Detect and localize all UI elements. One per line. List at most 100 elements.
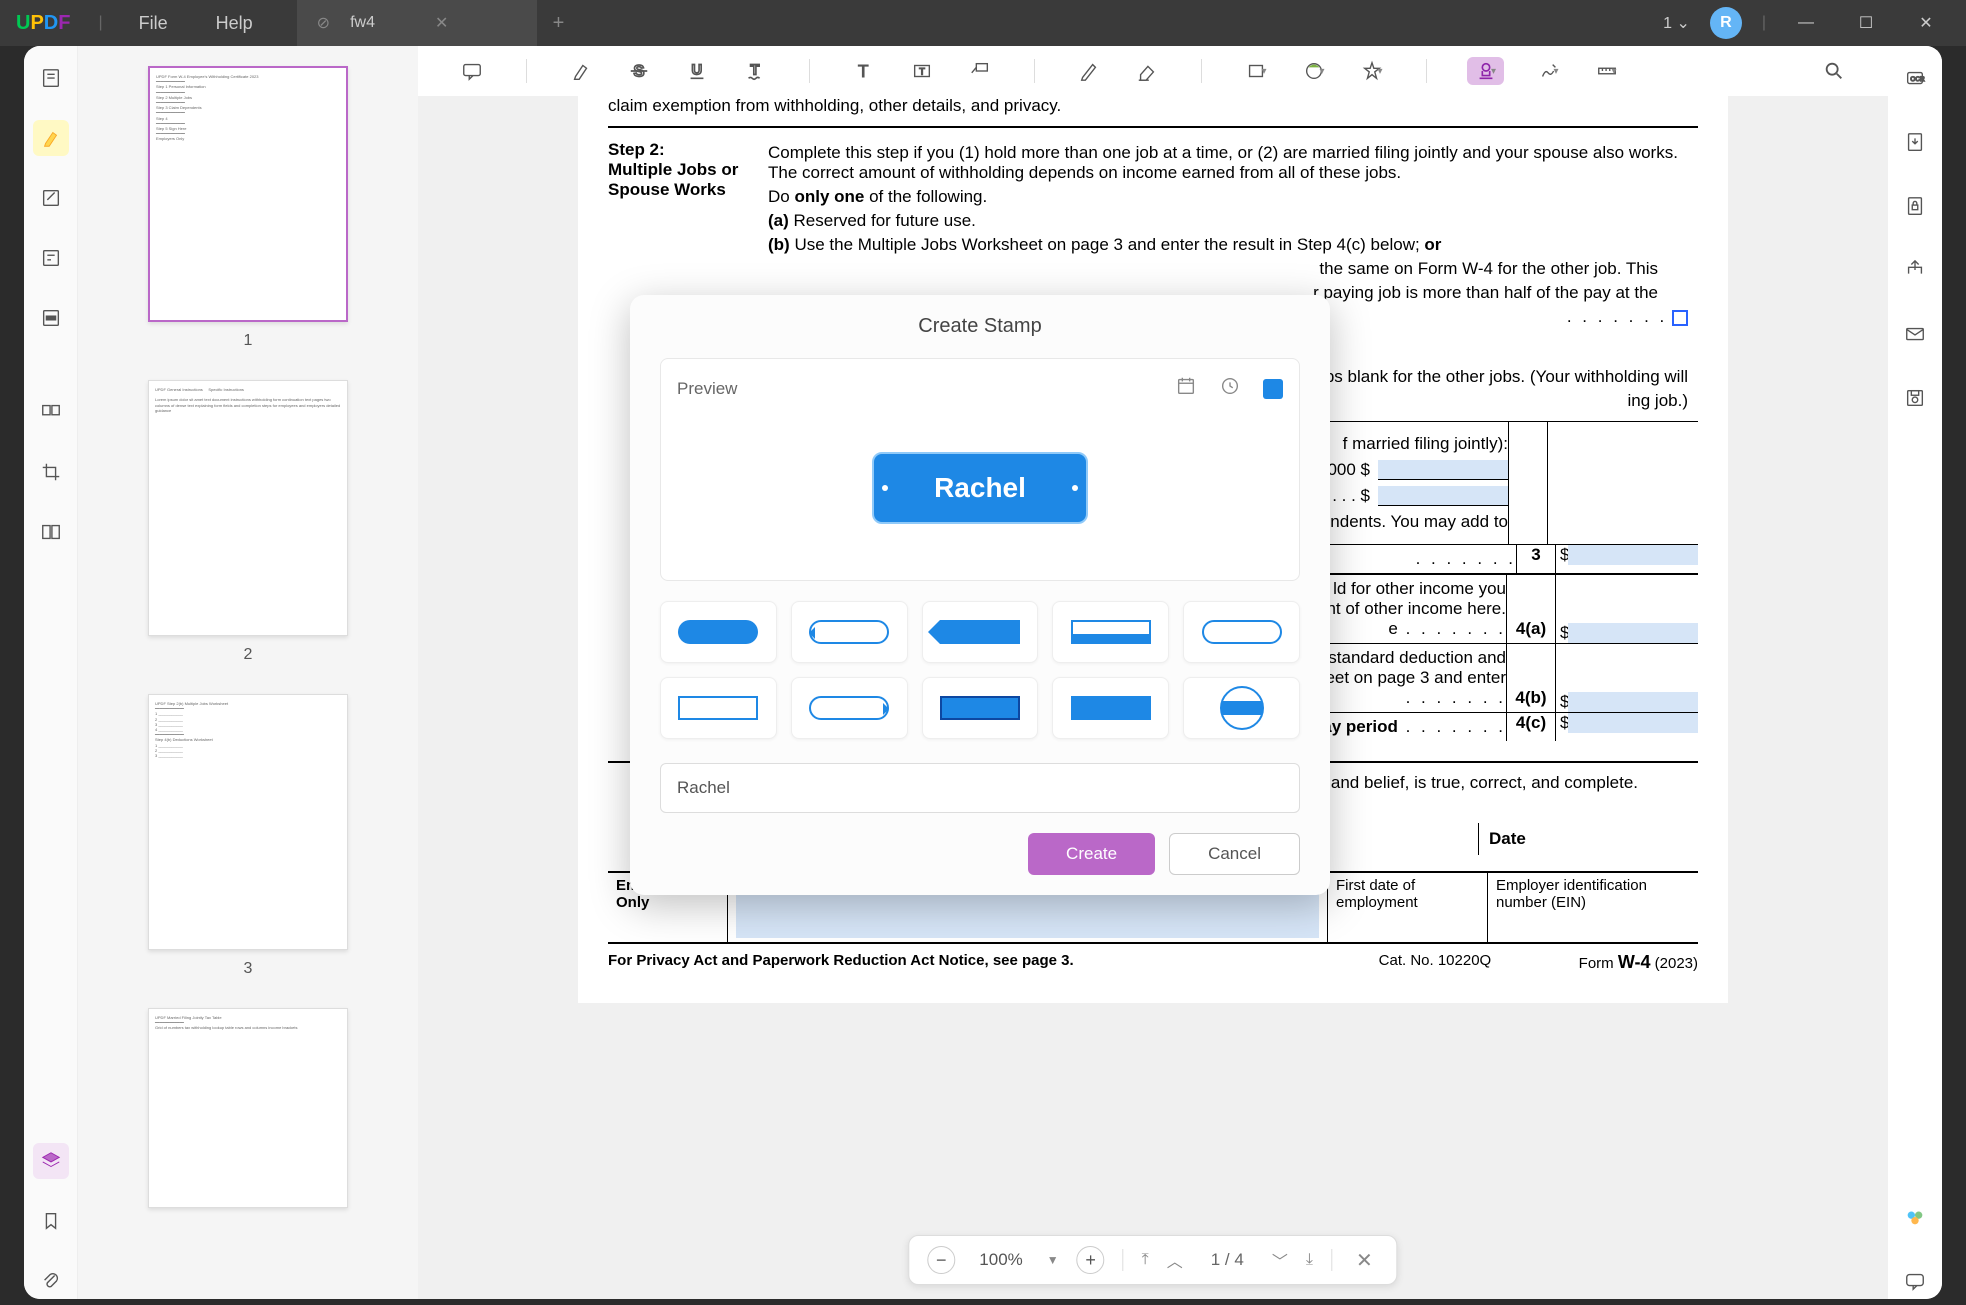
svg-text:T: T: [919, 67, 925, 77]
shape-circle-icon[interactable]: ▾: [1300, 57, 1328, 85]
callout-icon[interactable]: [966, 57, 994, 85]
create-button[interactable]: Create: [1028, 833, 1155, 875]
form-field[interactable]: [736, 894, 1319, 938]
thumbnail-page-1[interactable]: UPDF Form W-4 Employee's Withholding Cer…: [148, 66, 348, 322]
cloud-indicator[interactable]: 1 ⌄: [1663, 13, 1690, 33]
stamp-shape-3[interactable]: [922, 601, 1039, 663]
redact-icon[interactable]: [33, 300, 69, 336]
form-field[interactable]: [1378, 460, 1508, 480]
text-tool-icon[interactable]: T: [850, 57, 878, 85]
chat-icon[interactable]: [1897, 1263, 1933, 1299]
strikethrough-icon[interactable]: S: [625, 57, 653, 85]
step2-label: Step 2:: [608, 140, 748, 160]
menu-file[interactable]: File: [115, 13, 192, 34]
checkbox[interactable]: [1672, 310, 1688, 326]
form-icon[interactable]: [33, 240, 69, 276]
attachment-icon[interactable]: [33, 1263, 69, 1299]
first-page-button[interactable]: ⤒: [1142, 1251, 1149, 1269]
app-logo: UPDF: [0, 12, 86, 35]
ocr-icon[interactable]: OCR: [1897, 60, 1933, 96]
doc-text: (a) Reserved for future use.: [768, 211, 1698, 231]
emp-only-2: Only: [616, 894, 719, 911]
form-field[interactable]: [1378, 486, 1508, 506]
first-date-2: employment: [1336, 894, 1479, 911]
page-indicator[interactable]: 1 / 4: [1201, 1250, 1254, 1270]
layers-icon[interactable]: [33, 1143, 69, 1179]
share-icon[interactable]: [1897, 252, 1933, 288]
highlighter-icon[interactable]: [33, 120, 69, 156]
cat-no: Cat. No. 10220Q: [1379, 952, 1579, 973]
search-icon[interactable]: [1820, 57, 1848, 85]
form-field[interactable]: [1568, 713, 1698, 733]
protect-icon[interactable]: [1897, 188, 1933, 224]
stamp-text-input[interactable]: [660, 763, 1300, 813]
highlight-tool-icon[interactable]: [567, 57, 595, 85]
bookmark-icon[interactable]: [33, 1203, 69, 1239]
dollar: $: [1556, 713, 1568, 741]
zoom-in-button[interactable]: +: [1077, 1246, 1105, 1274]
squiggly-icon[interactable]: T: [741, 57, 769, 85]
export-icon[interactable]: [1897, 124, 1933, 160]
page-view-icon[interactable]: [33, 60, 69, 96]
cancel-button[interactable]: Cancel: [1169, 833, 1300, 875]
stamp-shape-2[interactable]: [791, 601, 908, 663]
ai-icon[interactable]: [1897, 1199, 1933, 1235]
next-page-button[interactable]: ﹀: [1272, 1248, 1288, 1272]
stamp-shape-10[interactable]: [1183, 677, 1300, 739]
star-icon[interactable]: ▾: [1358, 57, 1386, 85]
edit-text-icon[interactable]: [33, 180, 69, 216]
compare-icon[interactable]: [33, 514, 69, 550]
shape-rect-icon[interactable]: ▾: [1242, 57, 1270, 85]
stamp-shape-4[interactable]: [1052, 601, 1169, 663]
tab-close-button[interactable]: ✕: [435, 13, 448, 33]
privacy-notice: For Privacy Act and Paperwork Reduction …: [608, 952, 1379, 973]
stamp-shape-8[interactable]: [922, 677, 1039, 739]
page-nav-bar: − 100% ▼ + ⤒ ︿ 1 / 4 ﹀ ⤓ ✕: [908, 1235, 1397, 1285]
right-sidebar: OCR: [1888, 46, 1942, 1299]
user-avatar[interactable]: R: [1710, 7, 1742, 39]
menu-help[interactable]: Help: [192, 13, 277, 34]
step2-desc: Complete this step if you (1) hold more …: [768, 143, 1698, 183]
stamp-shape-6[interactable]: [660, 677, 777, 739]
zoom-out-button[interactable]: −: [927, 1246, 955, 1274]
new-tab-button[interactable]: +: [537, 12, 581, 35]
form-field[interactable]: [1568, 692, 1698, 712]
crop-icon[interactable]: [33, 454, 69, 490]
prev-page-button[interactable]: ︿: [1167, 1248, 1183, 1272]
pencil-icon[interactable]: [1075, 57, 1103, 85]
menu-separator: |: [86, 14, 114, 32]
comment-icon[interactable]: [458, 57, 486, 85]
email-icon[interactable]: [1897, 316, 1933, 352]
svg-text:T: T: [858, 60, 869, 81]
stamp-shape-1[interactable]: [660, 601, 777, 663]
clock-icon[interactable]: [1219, 375, 1241, 402]
thumbnail-page-2[interactable]: UPDF General Instructions Specific Instr…: [148, 380, 348, 636]
form-field[interactable]: [1568, 623, 1698, 643]
stamp-shape-5[interactable]: [1183, 601, 1300, 663]
left-sidebar: [24, 46, 78, 1299]
stamp-shape-9[interactable]: [1052, 677, 1169, 739]
underline-icon[interactable]: U: [683, 57, 711, 85]
zoom-dropdown[interactable]: ▼: [1047, 1253, 1059, 1267]
organize-icon[interactable]: [33, 394, 69, 430]
thumbnail-page-3[interactable]: UPDF Step 2(b) Multiple Jobs Worksheet━━…: [148, 694, 348, 950]
thumb-label-2: 2: [118, 646, 378, 664]
color-swatch[interactable]: [1263, 379, 1283, 399]
minimize-button[interactable]: —: [1786, 14, 1826, 32]
eraser-icon[interactable]: [1133, 57, 1161, 85]
textbox-icon[interactable]: T: [908, 57, 936, 85]
ruler-icon[interactable]: ▾: [1592, 57, 1620, 85]
first-date-1: First date of: [1336, 877, 1479, 894]
last-page-button[interactable]: ⤓: [1306, 1251, 1313, 1269]
stamp-tool-icon[interactable]: ▾: [1467, 57, 1504, 85]
form-field[interactable]: [1568, 545, 1698, 565]
document-tab[interactable]: ⊘ fw4 ✕: [297, 0, 537, 46]
close-window-button[interactable]: ✕: [1906, 13, 1946, 33]
stamp-shape-7[interactable]: [791, 677, 908, 739]
thumbnail-page-4[interactable]: UPDF Married Filing Jointly Tax Table━━━…: [148, 1008, 348, 1208]
calendar-icon[interactable]: [1175, 375, 1197, 402]
signature-icon[interactable]: ▾: [1534, 57, 1562, 85]
maximize-button[interactable]: ☐: [1846, 13, 1886, 33]
close-nav-button[interactable]: ✕: [1350, 1248, 1379, 1273]
save-icon[interactable]: [1897, 380, 1933, 416]
